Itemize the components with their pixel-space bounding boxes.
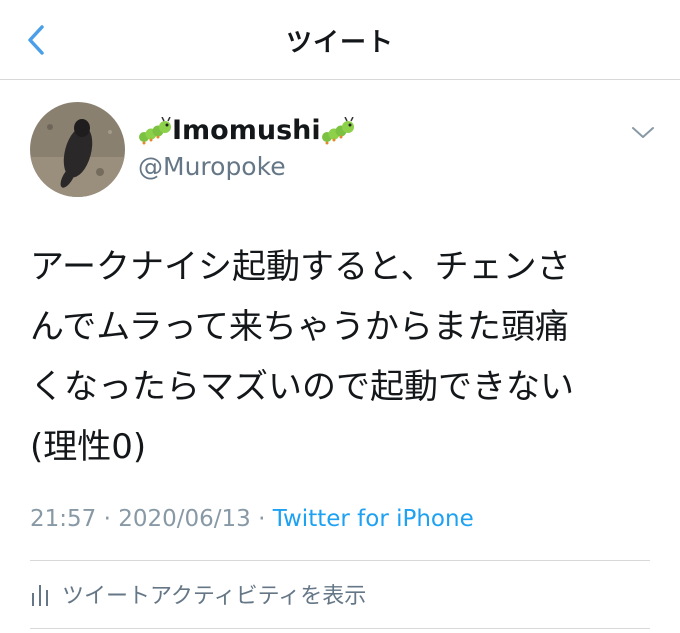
caterpillar-icon	[321, 116, 354, 144]
display-name-row[interactable]: Imomushi	[138, 115, 355, 146]
tweet-activity-link[interactable]: ツイートアクティビティを表示	[30, 578, 366, 610]
chevron-down-icon	[632, 127, 654, 138]
divider	[30, 628, 650, 629]
meta-separator: ·	[103, 506, 111, 532]
tweet-time: 21:57	[30, 506, 97, 532]
tweet-source-link[interactable]: Twitter for iPhone	[273, 506, 474, 532]
user-handle[interactable]: @Muropoke	[138, 152, 286, 181]
display-name: Imomushi	[172, 115, 321, 146]
divider	[30, 560, 650, 561]
tweet-menu-button[interactable]	[628, 120, 658, 144]
tweet-date: 2020/06/13	[118, 506, 251, 532]
page-title: ツイート	[285, 28, 394, 58]
avatar[interactable]	[30, 102, 125, 197]
tweet-metadata: 21:57 · 2020/06/13 · Twitter for iPhone	[30, 506, 474, 532]
tweet-activity-label: ツイートアクティビティを表示	[62, 584, 367, 609]
top-navigation-bar: ツイート	[0, 0, 680, 80]
bar-chart-icon	[32, 585, 48, 606]
caterpillar-icon	[139, 116, 171, 144]
meta-separator: ·	[258, 506, 266, 532]
tweet-text: アークナイシ起動すると、チェンさ んでムラって来ちゃうからまた頭痛 くなったらマ…	[30, 247, 574, 467]
